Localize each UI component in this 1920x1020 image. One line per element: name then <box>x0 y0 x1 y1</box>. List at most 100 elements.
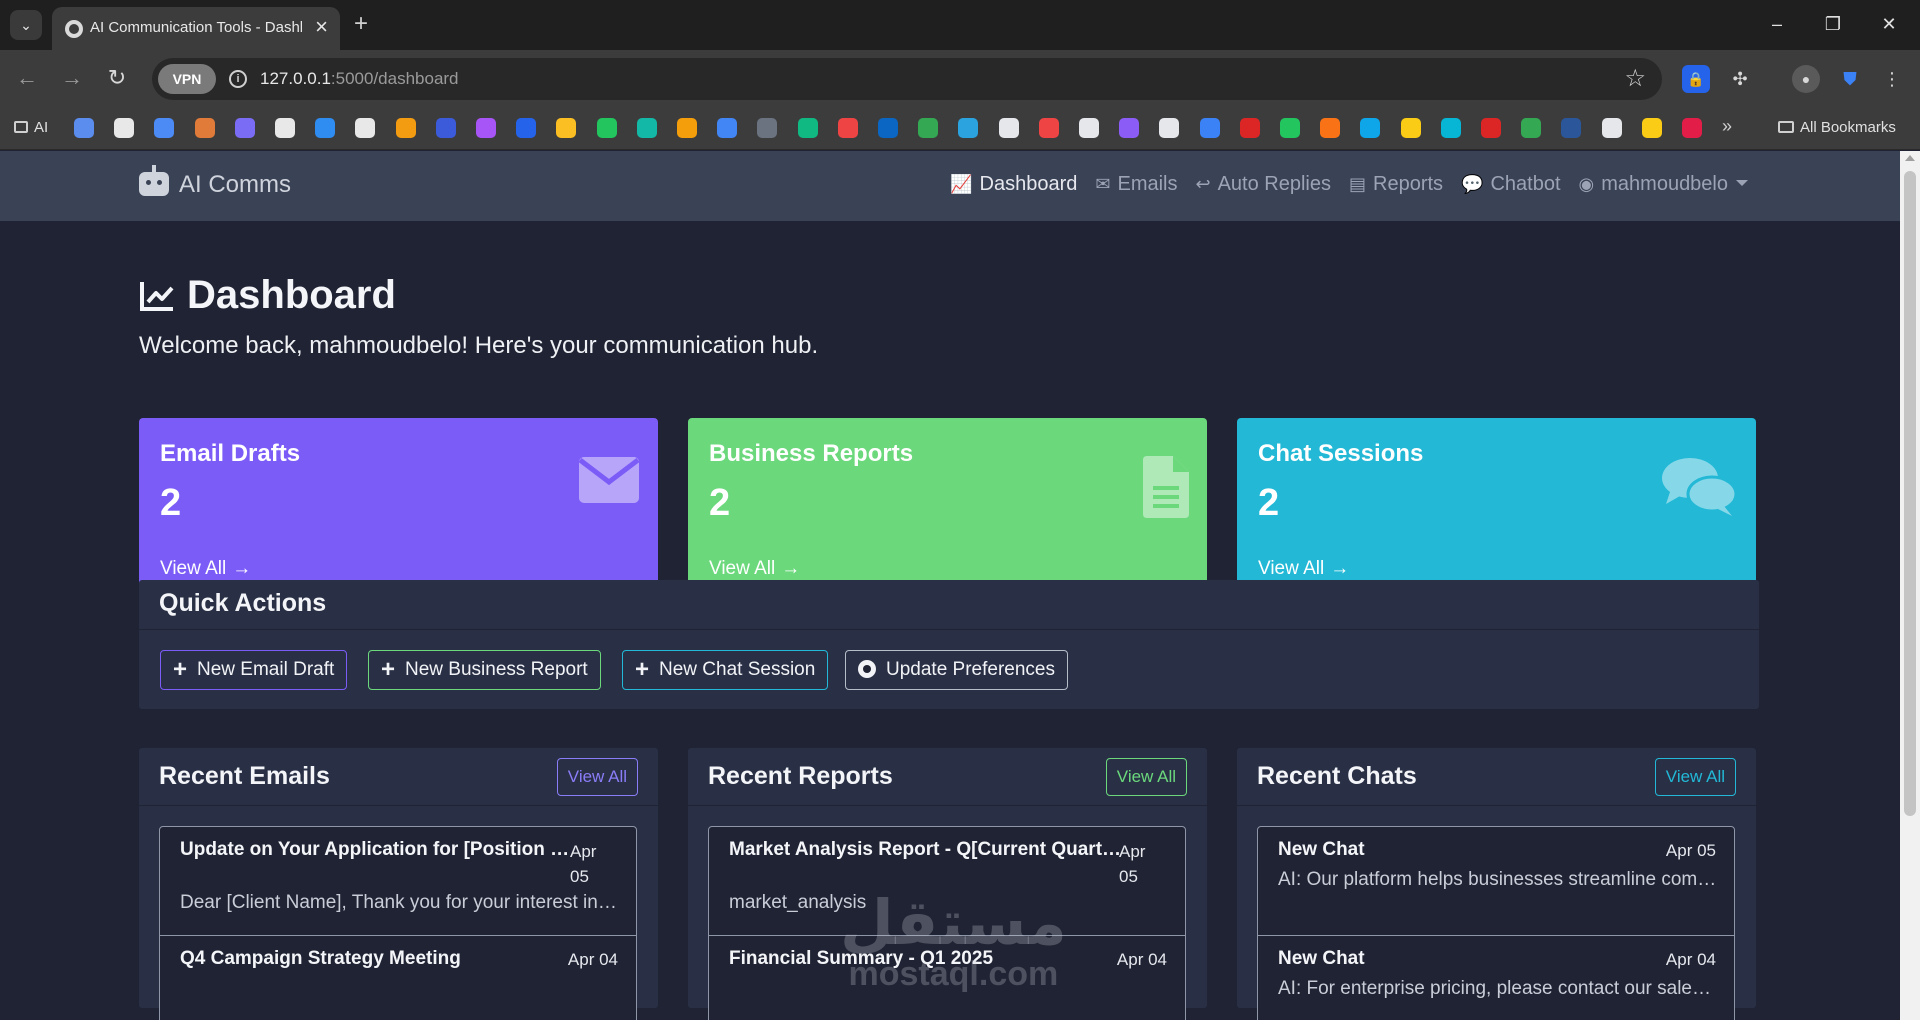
vpn-badge[interactable]: VPN <box>158 64 216 94</box>
bookmark-folder-ai[interactable]: AI <box>14 119 48 136</box>
bookmark-favicon-icon[interactable] <box>1320 118 1341 138</box>
bookmark-favicon-icon[interactable] <box>315 118 336 138</box>
nav-link-chatbot[interactable]: 💬 Chatbot <box>1461 173 1560 196</box>
bookmark-favicon-icon[interactable] <box>958 118 979 138</box>
address-bar[interactable]: VPN i 127.0.0.1:5000/dashboard ☆ <box>152 58 1662 100</box>
bookmark-favicon-icon[interactable] <box>275 118 295 138</box>
list-item-date: Apr 04 <box>567 950 618 969</box>
bookmark-favicon-icon[interactable] <box>1159 118 1180 138</box>
back-icon[interactable]: ← <box>12 64 42 92</box>
view-all-button[interactable]: View All <box>1654 758 1736 796</box>
brand[interactable]: AI Comms <box>139 165 291 199</box>
bookmark-favicon-icon[interactable] <box>1360 118 1381 138</box>
scrollbar-thumb[interactable] <box>1904 171 1916 816</box>
bookmark-favicon-icon[interactable] <box>1280 118 1300 138</box>
bookmark-favicon-icon[interactable] <box>355 118 376 138</box>
nav-link-dashboard[interactable]: 📈 Dashboard <box>950 173 1077 196</box>
bookmark-favicon-icon[interactable] <box>1400 118 1421 138</box>
bookmark-favicon-icon[interactable] <box>757 118 778 138</box>
list-item-title: New Chat <box>1278 839 1365 860</box>
forward-icon[interactable]: → <box>57 64 87 92</box>
bookmark-favicon-icon[interactable] <box>998 118 1019 138</box>
nav-link-mahmoudbelo[interactable]: ◉ mahmoudbelo <box>1579 173 1748 196</box>
bookmark-favicon-icon[interactable] <box>395 118 416 138</box>
profile-icon[interactable]: ● <box>1792 65 1820 93</box>
quick-action-update-preferences-button[interactable]: Update Preferences <box>845 650 1068 690</box>
stat-view-all-link[interactable]: View All → <box>709 558 800 580</box>
bookmark-favicon-icon[interactable] <box>556 118 577 138</box>
recent-panel-header: Recent Emails View All <box>139 748 658 806</box>
recent-panel-header: Recent Chats View All <box>1237 748 1756 806</box>
bookmark-favicon-icon[interactable] <box>1079 118 1099 138</box>
stat-view-all-link[interactable]: View All → <box>1258 558 1349 580</box>
bookmark-favicon-icon[interactable] <box>636 118 657 138</box>
quick-actions-title: Quick Actions <box>159 589 327 617</box>
restore-button[interactable]: ❐ <box>1818 10 1848 38</box>
bookmark-favicon-icon[interactable] <box>1521 118 1542 138</box>
bookmark-favicon-icon[interactable] <box>1440 118 1461 138</box>
view-all-button[interactable]: View All <box>556 758 638 796</box>
more-bookmarks-icon[interactable]: » <box>1722 116 1732 137</box>
bookmark-favicon-icon[interactable] <box>717 118 738 138</box>
site-info-icon[interactable]: i <box>229 70 247 88</box>
bookmark-favicon-icon[interactable] <box>74 118 94 138</box>
gear-icon <box>858 660 876 678</box>
list-item[interactable]: Update on Your Application for [Position… <box>159 826 637 936</box>
bookmark-favicon-icon[interactable] <box>878 118 898 138</box>
bookmark-favicon-icon[interactable] <box>1682 118 1702 138</box>
minimize-button[interactable]: – <box>1762 10 1792 38</box>
bookmark-favicon-icon[interactable] <box>516 118 537 138</box>
bookmark-favicon-icon[interactable] <box>1038 118 1059 138</box>
tab-search-button[interactable]: ⌄ <box>10 10 42 40</box>
page-scrollbar[interactable] <box>1900 151 1920 1020</box>
nav-link-emails[interactable]: ✉ Emails <box>1095 173 1177 196</box>
bookmark-favicon-icon[interactable] <box>154 118 175 138</box>
stat-view-all-link[interactable]: View All → <box>160 558 251 580</box>
list-item[interactable]: Q4 Campaign Strategy Meeting Apr 04 <box>159 935 637 1020</box>
bookmark-favicon-icon[interactable] <box>1199 118 1220 138</box>
browser-tab-active[interactable]: AI Communication Tools - Dashboard × <box>52 7 340 50</box>
list-item[interactable]: New Chat Apr 04 AI: For enterprise pricing… <box>1257 935 1735 1020</box>
bookmark-favicon-icon[interactable] <box>1119 118 1140 138</box>
close-window-button[interactable]: ✕ <box>1874 10 1904 38</box>
quick-action-new-email-draft-button[interactable]: + New Email Draft <box>160 650 348 690</box>
bookmark-favicon-icon[interactable] <box>194 118 215 138</box>
menu-kebab-icon[interactable]: ⋮ <box>1878 65 1906 93</box>
bookmark-favicon-icon[interactable] <box>1641 118 1662 138</box>
stat-title: Business Reports <box>709 440 914 467</box>
bookmark-favicon-icon[interactable] <box>114 118 135 138</box>
password-manager-icon[interactable]: 🔒 <box>1682 65 1710 93</box>
url-text[interactable]: 127.0.0.1:5000/dashboard <box>260 69 459 89</box>
bookmark-favicon-icon[interactable] <box>1239 118 1260 138</box>
nav-link-auto-replies[interactable]: ↩ Auto Replies <box>1196 173 1332 196</box>
bookmark-star-icon[interactable]: ☆ <box>1624 64 1646 93</box>
extensions-icon[interactable]: ✣ <box>1726 65 1754 93</box>
quick-action-new-business-report-button[interactable]: + New Business Report <box>368 650 601 690</box>
bookmark-favicon-icon[interactable] <box>918 118 939 138</box>
list-item-snippet: Dear [Client Name], Thank you for your i… <box>180 892 620 913</box>
nav-link-label: Reports <box>1373 173 1444 195</box>
quick-action-new-chat-session-button[interactable]: + New Chat Session <box>622 650 829 690</box>
shield-icon[interactable]: ⛊ <box>1836 65 1864 93</box>
bookmark-favicon-icon[interactable] <box>797 118 818 138</box>
bookmark-favicon-icon[interactable] <box>435 118 456 138</box>
bookmark-favicon-icon[interactable] <box>596 118 617 138</box>
scroll-up-arrow[interactable] <box>1905 155 1915 161</box>
tab-close-icon[interactable]: × <box>315 15 328 39</box>
arrow-right-icon: → <box>1330 558 1350 579</box>
bookmark-favicon-icon[interactable] <box>1481 118 1501 138</box>
bookmark-favicon-icon[interactable] <box>677 118 697 138</box>
nav-link-label: Chatbot <box>1490 173 1561 195</box>
new-tab-button[interactable]: + <box>354 10 368 38</box>
bookmark-favicon-icon[interactable] <box>234 118 255 138</box>
bookmark-favicon-icon[interactable] <box>476 118 496 138</box>
bookmark-favicon-icon[interactable] <box>1561 118 1582 138</box>
nav-link-reports[interactable]: ▤ Reports <box>1349 173 1443 196</box>
folder-icon <box>1778 121 1794 133</box>
all-bookmarks-button[interactable]: All Bookmarks <box>1778 119 1896 136</box>
view-all-button[interactable]: View All <box>1105 758 1187 796</box>
bookmark-favicon-icon[interactable] <box>1601 118 1622 138</box>
bookmark-favicon-icon[interactable] <box>837 118 858 138</box>
reload-icon[interactable]: ↻ <box>102 64 132 92</box>
list-item[interactable]: New Chat Apr 05 AI: Our platform helps bus… <box>1257 826 1735 936</box>
